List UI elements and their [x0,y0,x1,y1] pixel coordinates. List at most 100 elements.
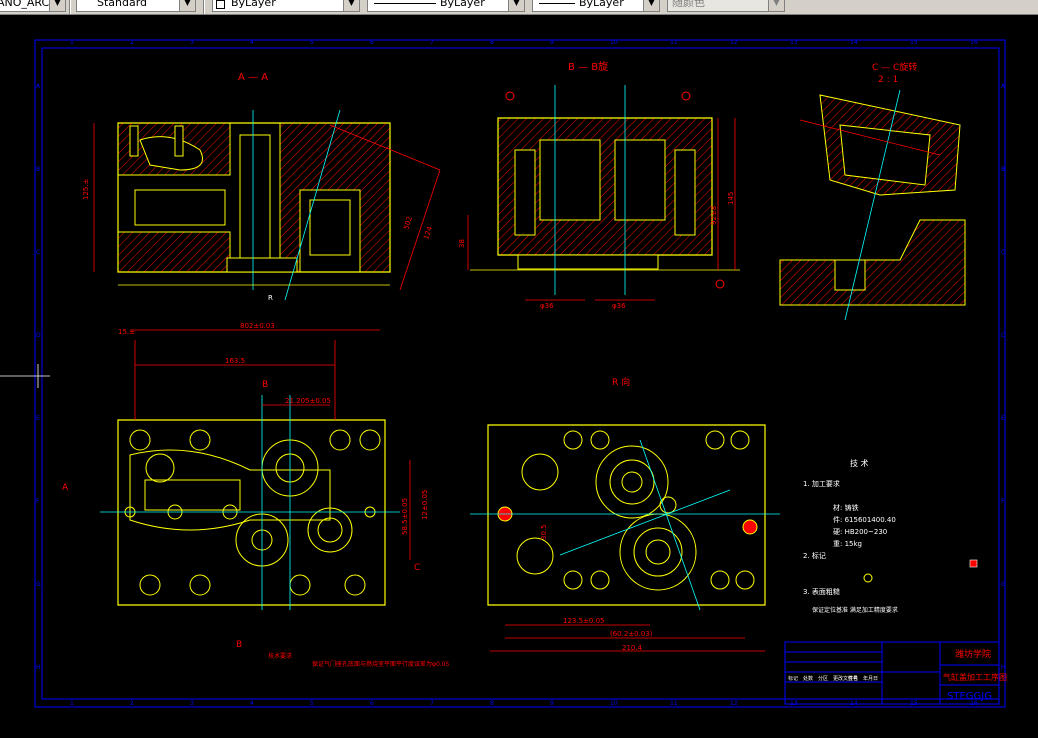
dim-145: 145 [727,192,735,205]
grid-col-label: 7 [430,39,434,46]
grid-col-label: 10 [610,39,618,46]
dim-1235: 123.5±0.05 [563,617,605,625]
grid-col-label: 8 [490,700,494,707]
grid-row-label: D [1001,332,1006,339]
section-view-aa: A — A 125.± 802±0.03 15.± 124 502 R [82,72,441,336]
grid-row-label: H [1001,664,1006,671]
dim-2105: 21.205±0.05 [285,397,331,405]
chevron-down-icon[interactable]: ▼ [643,0,659,11]
grid-col-label: 12 [730,39,738,46]
view-label-cc: C — C旋转 [872,61,917,73]
lineweight-combo[interactable]: ByLayer ▼ [532,0,660,12]
chevron-down-icon[interactable]: ▼ [768,0,784,11]
grid-col-label: 14 [850,39,858,46]
grid-row-label: B [1001,166,1005,173]
grid-row-label: G [1001,581,1006,588]
dim-15: 15.± [118,328,135,336]
tech-requirements: 技 术 1. 加工要求 材: 铸铁 件: 615601400.40 硬: HB2… [803,458,978,614]
title-role-label: 年月日 [863,675,878,682]
chevron-down-icon[interactable]: ▼ [343,0,359,11]
grid-row-label: G [36,581,41,588]
view-label-c-right: C [414,563,420,573]
title-role-label: 处数 [803,675,813,682]
textstyle-value: Standard [97,0,148,9]
grid-col-label: 4 [250,700,254,707]
grid-row-label: A [36,83,41,90]
dim-163: 163.5 [225,357,245,365]
dim-1215: 12±0.05 [421,490,429,520]
grid-row-label: E [36,415,40,422]
view-label-a-left: A [62,483,69,493]
dim-36a: φ36 [540,302,554,310]
grid-row-label: B [36,166,40,173]
grid-col-label: 9 [550,39,554,46]
linetype-preview [374,3,436,4]
view-label-aa: A — A [238,72,268,83]
title-role-label: 签名 [848,675,858,682]
grid-col-label: 3 [190,700,194,707]
dim-502: 502 [402,215,414,230]
grid-col-label: 15 [910,39,918,46]
tech-title: 技 术 [850,458,869,468]
grid-col-label: 5 [310,39,314,46]
grid-col-label: 8 [490,39,494,46]
tech-line-6: 2. 标记 [803,551,826,560]
note-title: 技术要求 [268,652,292,660]
grid-col-label: 12 [730,700,738,707]
title-drawing: 气缸盖加工工序图 [943,672,1007,682]
grid-col-label: 7 [430,700,434,707]
toolbar-separator [69,0,71,14]
chevron-down-icon[interactable]: ▼ [508,0,524,11]
dim-6062: (60.2±0.03) [610,630,653,638]
plotstyle-combo[interactable]: 随颜色 ▼ [667,0,785,12]
drawing-canvas[interactable]: 1122334455667788991010111112121313141415… [0,15,1038,738]
plan-view-left: 163.5 21.205±0.05 B B A C 58.5±0.05 12±0… [62,340,450,668]
title-roles: 标记 处数 分区 更改文件号签名 年月日 [788,675,878,682]
toolbar-empty-area [788,0,1038,14]
dimstyle-value: ANO_ARCT [0,0,56,9]
grid-row-label: F [36,498,40,505]
grid-row-label: D [36,332,41,339]
color-combo[interactable]: ByLayer ▼ [212,0,360,12]
view-scale-cc: 2 : 1 [878,75,898,85]
tech-line-2: 材: 铸铁 [833,503,859,512]
section-view-cc: C — C旋转 2 : 1 [779,61,966,321]
plotstyle-value: 随颜色 [672,0,705,9]
view-label-r-small: R [268,294,273,302]
dimstyle-combo[interactable]: ANO_ARCT ▼ [0,0,66,12]
grid-col-label: 11 [670,39,678,46]
grid-col-label: 16 [970,39,978,46]
grid-col-label: 6 [370,700,374,707]
grid-col-label: 3 [190,39,194,46]
title-school: 潍坊学院 [955,648,991,660]
textstyle-combo[interactable]: Standard ▼ [76,0,196,12]
lineweight-value: ByLayer [579,0,624,9]
grid-row-label: H [36,664,41,671]
dim-58: 58.5±0.05 [401,498,409,535]
dim-2104: 210.4 [622,644,643,652]
dim-92: 92±8 [710,206,718,225]
grid-col-label: 13 [790,39,798,46]
title-role-label: 分区 [818,675,828,682]
note-text: 保证气门座孔底面与燃烧室平面平行度误差为φ0.05 [312,660,450,668]
dim-124: 124 [422,225,434,241]
grid-col-label: 6 [370,39,374,46]
tech-line-1: 1. 加工要求 [803,479,840,488]
text-style-icon [80,0,89,5]
linetype-combo[interactable]: ByLayer ▼ [367,0,525,12]
grid-col-label: 2 [130,700,134,707]
lineweight-preview [539,3,575,4]
properties-toolbar: ANO_ARCT ▼ Standard ▼ ByLayer ▼ ByLayer … [0,0,1038,15]
tech-line-5: 重: 15kg [833,540,862,548]
dim-30: 30.5 [540,524,548,540]
r-view: R 向 123.5±0.05 (60.2±0.03) 210.4 30.5 [470,376,780,652]
linetype-value: ByLayer [440,0,485,9]
title-code: STEGGJG [947,691,992,702]
dim-125: 125.± [82,178,90,200]
chevron-down-icon[interactable]: ▼ [179,0,195,11]
grid-row-label: C [36,249,40,256]
section-view-bb: B — B旋 145 92±8 38 φ36 φ36 [458,60,740,310]
chevron-down-icon[interactable]: ▼ [49,0,65,11]
color-swatch-icon [216,0,225,9]
grid-col-label: 1 [70,39,74,46]
